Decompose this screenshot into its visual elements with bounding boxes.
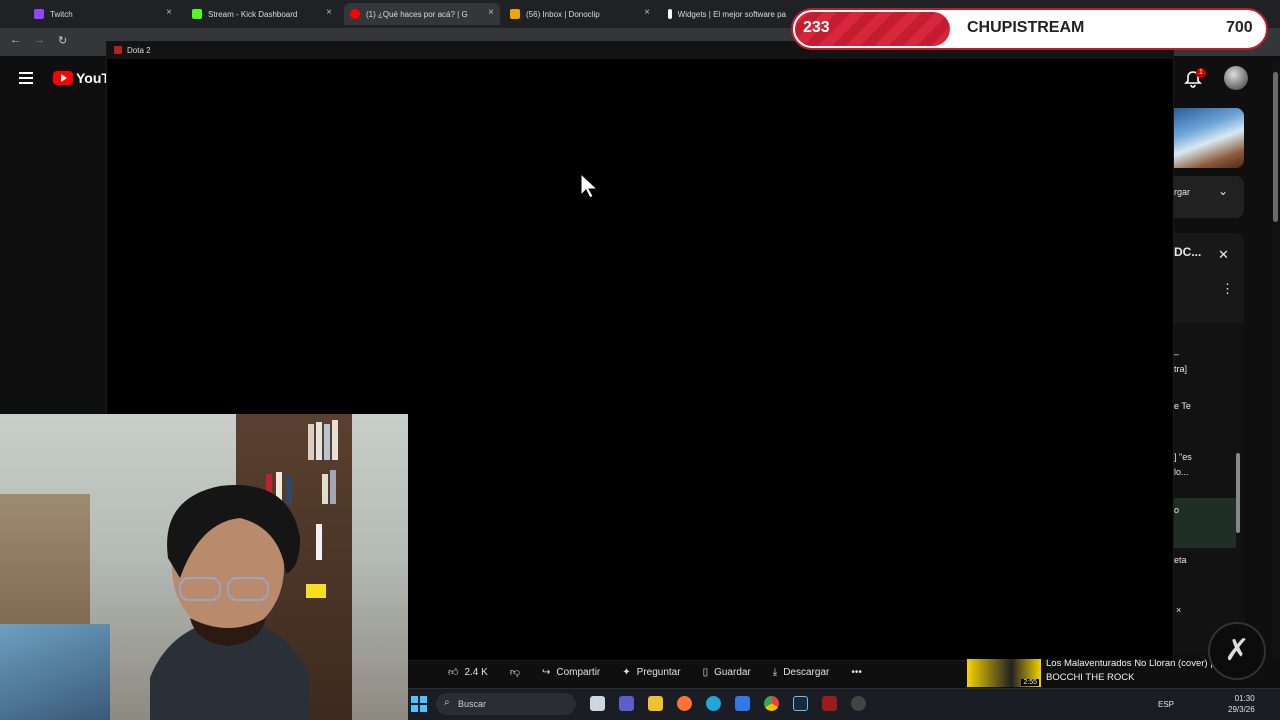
next-video-thumbnail[interactable]: 2:55 [967,659,1041,687]
avatar[interactable] [1224,66,1248,90]
more-icon: ••• [851,666,862,678]
tab-label: (56) Inbox | Donoclip [526,9,600,19]
video-thumbnail[interactable] [1174,108,1244,168]
save-button[interactable]: ▯ Guardar [703,667,751,678]
side-panel-title: DC... [1174,245,1202,259]
edge-icon[interactable] [706,696,721,711]
kick-icon [192,9,202,19]
sparkle-icon: ✦ [622,666,631,678]
task-view-icon[interactable] [590,696,605,711]
tab-label: Stream - Kick Dashboard [208,9,298,19]
teams-icon[interactable] [619,696,634,711]
side-line: – [1174,349,1180,359]
tab-kick[interactable]: Stream - Kick Dashboard × [186,3,338,25]
steam-icon[interactable] [793,696,808,711]
close-icon[interactable]: ✕ [1218,247,1229,263]
side-panel: DC... ✕ ⋮ [1174,233,1244,323]
reload-icon[interactable]: ↻ [58,34,67,47]
download-label: Descargar [783,666,830,678]
download-button[interactable]: ⤓ Descargar [773,667,830,678]
search-icon: ⌕ [444,697,450,708]
firefox-icon[interactable] [677,696,692,711]
mouse-cursor-icon [580,173,599,199]
share-button[interactable]: ↪ Compartir [542,667,600,678]
share-label: Compartir [556,666,601,678]
like-button[interactable]: 👍︎ 2.4 K [448,666,488,679]
share-icon: ↪ [541,666,551,678]
dota-icon [114,46,122,54]
more-icon[interactable]: ⋮ [1221,281,1234,297]
file-explorer-icon[interactable] [648,696,663,711]
tab-label: Widgets | El mejor software pa [677,9,786,19]
youtube-play-icon [53,71,73,85]
tab-donoclip[interactable]: (56) Inbox | Donoclip × [504,3,656,25]
search-placeholder: Buscar [458,699,487,709]
tab-label: (1) ¿Qué haces por acá? | G [366,9,468,19]
dislike-button[interactable]: 👎︎ [510,666,520,678]
side-line: tra] [1174,364,1188,374]
taskbar-search[interactable]: ⌕ Buscar [436,693,576,715]
close-icon[interactable]: × [488,7,494,18]
tab-twitch[interactable]: Twitch × [28,3,178,25]
scrollbar-thumb[interactable] [1273,72,1278,222]
game-window-title: Dota 2 [127,45,151,55]
side-line: × [1176,605,1182,615]
notification-badge: 1 [1196,68,1206,78]
channel-logo: ✗ [1208,622,1266,680]
language-indicator[interactable]: ESP [1158,700,1174,709]
side-panel-button[interactable]: rgar ⌄ [1174,176,1244,218]
tab-label: Twitch [50,9,73,19]
save-label: Guardar [714,666,751,678]
obs-icon[interactable] [851,696,866,711]
books-pile [0,624,110,720]
side-line: ] "es [1174,452,1192,462]
side-line: o [1174,505,1180,515]
menu-icon[interactable] [19,72,33,84]
clock-date: 29/3/26 [1228,705,1255,714]
more-actions-button[interactable]: ••• [851,667,862,678]
overlay-goal-value: 700 [1226,19,1253,36]
twitch-icon [34,9,44,19]
tab-youtube[interactable]: (1) ¿Qué haces por acá? | G × [344,3,500,25]
streamer [150,485,310,720]
back-icon[interactable]: ← [10,34,21,46]
overlay-title: CHUPISTREAM [967,19,1085,36]
download-icon: ⤓ [772,666,778,678]
system-clock[interactable]: 01:30 29/3/26 [1228,693,1255,715]
chevron-down-icon[interactable]: ⌄ [1218,184,1228,198]
side-highlight [1174,498,1236,548]
mail-icon[interactable] [735,696,750,711]
close-icon[interactable]: × [644,7,650,18]
close-icon[interactable]: × [166,7,172,18]
close-icon[interactable]: × [326,7,332,18]
next-video-title[interactable]: Los Malaventurados No Lloran (cover) | B… [1046,657,1236,685]
overlay-current-value: 233 [803,19,830,36]
dota-taskbar-icon[interactable] [822,696,837,711]
tab-widgets[interactable]: Widgets | El mejor software pa [662,3,792,25]
side-line: e Te [1174,401,1191,411]
donoclip-icon [510,9,520,19]
windows-start-icon[interactable] [411,696,427,712]
clock-time: 01:30 [1234,694,1255,703]
ask-label: Preguntar [636,666,681,678]
side-line: lo... [1174,467,1189,477]
widgets-icon [668,9,672,19]
side-list: – tra] e Te ] "es lo... o eta × [1174,323,1244,653]
thumbs-down-icon: 👎︎ [509,667,520,678]
youtube-icon [350,9,360,19]
video-duration: 2:55 [1021,679,1039,686]
like-count: 2.4 K [464,666,488,678]
thumbs-up-icon: 👍︎ [448,667,459,678]
ask-button[interactable]: ✦ Preguntar [622,667,680,678]
forward-icon[interactable]: → [34,34,45,46]
side-button-label: rgar [1174,187,1191,197]
bookmark-icon: ▯ [702,666,709,678]
chrome-icon[interactable] [764,696,779,711]
side-line: eta [1174,555,1187,565]
scrollbar-thumb[interactable] [1236,453,1240,533]
